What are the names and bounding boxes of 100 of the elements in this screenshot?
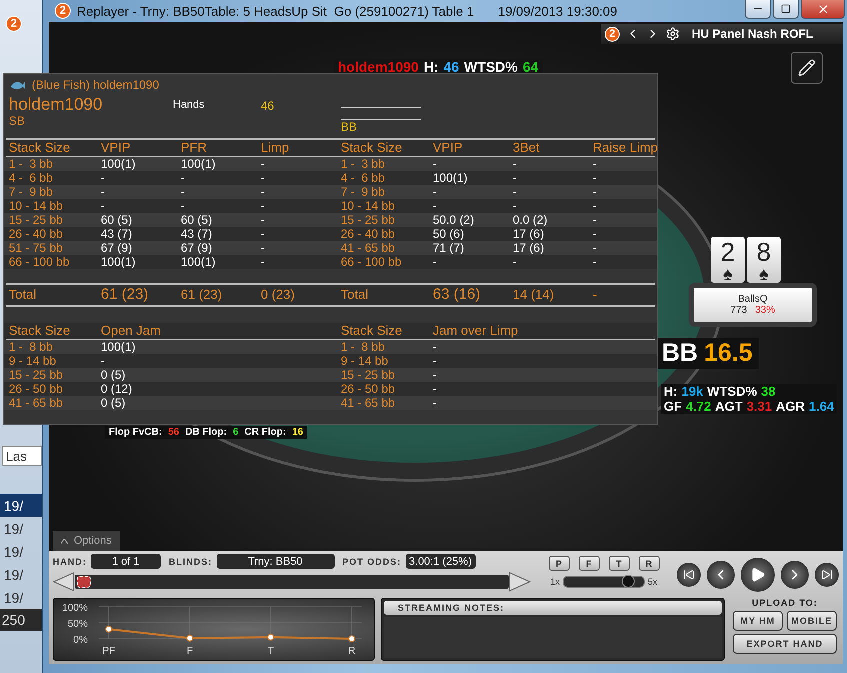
speed-label: 5x <box>648 577 658 587</box>
table-cell-text: - <box>433 255 438 269</box>
hand-progress-slider[interactable] <box>75 575 509 589</box>
total-cell-text: - <box>593 288 598 302</box>
table-cell-text: 15 - 25 bb <box>9 213 64 227</box>
street-button[interactable]: P <box>548 556 570 571</box>
table-cell-text: - <box>513 171 518 185</box>
table-cell-text: - <box>433 368 438 382</box>
upload-button[interactable]: MY HM <box>733 611 783 631</box>
table-cell-text: - <box>261 255 266 269</box>
close-icon <box>816 2 830 16</box>
options-tab[interactable]: Options <box>53 531 120 551</box>
list-row[interactable]: 19/ <box>0 494 42 517</box>
hands-value: 46 <box>261 99 276 115</box>
table-cell-text: 66 - 100 bb <box>341 255 403 269</box>
column-header: Limp <box>261 141 290 155</box>
skip-back-icon <box>683 569 695 581</box>
street-button[interactable]: T <box>608 556 630 571</box>
play-button[interactable] <box>741 558 775 592</box>
pencil-icon <box>798 59 816 77</box>
street-button[interactable]: F <box>578 556 600 571</box>
app-logo: 2 <box>605 26 620 42</box>
table-cell-text: 26 - 40 bb <box>341 227 396 241</box>
column-header: Stack Size <box>9 141 72 155</box>
right-arrow-icon[interactable] <box>509 572 531 592</box>
timestamp: 19/09/2013 19:30:09 <box>498 4 618 18</box>
speed-label: 1x <box>550 577 560 587</box>
total-cell-text: 61 (23) <box>101 288 150 302</box>
axis-label: R <box>348 646 356 657</box>
table-cell-text: - <box>101 185 106 199</box>
maximize-button[interactable] <box>773 0 799 19</box>
total-cell-text: Total <box>341 288 370 302</box>
table-cell-text: - <box>433 354 438 368</box>
fish-icon <box>10 79 26 91</box>
column-header: Jam over Limp <box>433 324 520 338</box>
table-cell-text: 4 - 6 bb <box>341 171 386 185</box>
value-field: Trny: BB50 <box>216 554 334 569</box>
last-hand-button[interactable] <box>815 563 839 587</box>
upload-title: UPLOAD TO: <box>752 598 818 608</box>
axis-label: 100% <box>62 603 88 614</box>
table-cell-text: - <box>513 255 518 269</box>
upload-button[interactable]: MOBILE <box>787 611 837 631</box>
table-cell-text: - <box>261 241 266 255</box>
popup-title: (Blue Fish) holdem1090 <box>32 78 160 92</box>
minimize-button[interactable] <box>745 0 771 19</box>
notes-field[interactable] <box>384 617 722 658</box>
close-button[interactable] <box>801 0 845 19</box>
skip-forward-icon <box>821 569 833 581</box>
table-cell-text: - <box>433 157 438 171</box>
list-row[interactable]: 250 <box>0 609 42 631</box>
table-cell-text: - <box>261 213 266 227</box>
axis-label: PF <box>102 646 116 657</box>
left-arrow-icon[interactable] <box>53 572 75 592</box>
table-cell-text: 15 - 25 bb <box>341 368 396 382</box>
next-button[interactable] <box>781 561 809 589</box>
field-label: HAND: <box>53 556 87 566</box>
table-cell-text: - <box>433 340 438 354</box>
table-cell-text: 43 (7) <box>101 227 134 241</box>
app-logo: 2 <box>6 16 22 32</box>
export-button[interactable]: EXPORT HAND <box>733 634 837 654</box>
table-cell-text: 50.0 (2) <box>433 213 476 227</box>
first-hand-button[interactable] <box>677 563 701 587</box>
list-row[interactable]: 19/ <box>0 517 42 540</box>
filter-field[interactable]: Las <box>2 446 42 466</box>
table-cell-text: 66 - 100 bb <box>9 255 71 269</box>
table-cell-text: 67 (9) <box>181 241 214 255</box>
previous-button[interactable] <box>707 561 735 589</box>
window-title: Replayer - Trny: BB50Table: 5 HeadsUp Sit Go (259100271) Table 1 <box>77 4 474 18</box>
position-label: BB <box>341 120 358 134</box>
table-cell-text: 43 (7) <box>181 227 214 241</box>
table-cell-text: - <box>181 171 186 185</box>
street-button[interactable]: R <box>638 556 660 571</box>
edit-button[interactable] <box>791 52 823 84</box>
table-cell-text: - <box>513 185 518 199</box>
table-cell-text: 60 (5) <box>181 213 214 227</box>
table-cell-text: - <box>101 199 106 213</box>
list-row[interactable]: 19/ <box>0 540 42 563</box>
settings-icon[interactable] <box>666 27 680 41</box>
column-header: PFR <box>181 141 208 155</box>
table-cell-text: 26 - 40 bb <box>9 227 64 241</box>
table-cell-text: - <box>261 227 266 241</box>
table-cell-text: - <box>593 185 598 199</box>
total-cell-text: 0 (23) <box>261 288 296 302</box>
speed-slider[interactable] <box>563 576 645 588</box>
slider-thumb[interactable] <box>622 575 635 588</box>
table-cell-text: 15 - 25 bb <box>9 368 64 382</box>
axis-label: F <box>186 646 194 657</box>
table-cell-text: - <box>101 171 106 185</box>
axis-label: 50% <box>68 619 88 630</box>
table-cell-text: - <box>593 157 598 171</box>
column-header: VPIP <box>433 141 464 155</box>
stack-display: BB 16.5 <box>656 338 759 369</box>
table-cell-text: 10 - 14 bb <box>341 199 396 213</box>
table-cell-text: 100(1) <box>101 157 137 171</box>
list-row[interactable]: 19/ <box>0 563 42 586</box>
hud-toolbar: 2 HU Panel Nash ROFL <box>601 24 843 44</box>
player-hud: H: 19k WTSD% 38 GF 4.72 AGT 3.31 AGR 1.64 <box>661 384 838 414</box>
list-row[interactable]: 19/ <box>0 586 42 609</box>
data-point <box>268 634 274 641</box>
column-header: Raise Limp <box>593 141 658 155</box>
